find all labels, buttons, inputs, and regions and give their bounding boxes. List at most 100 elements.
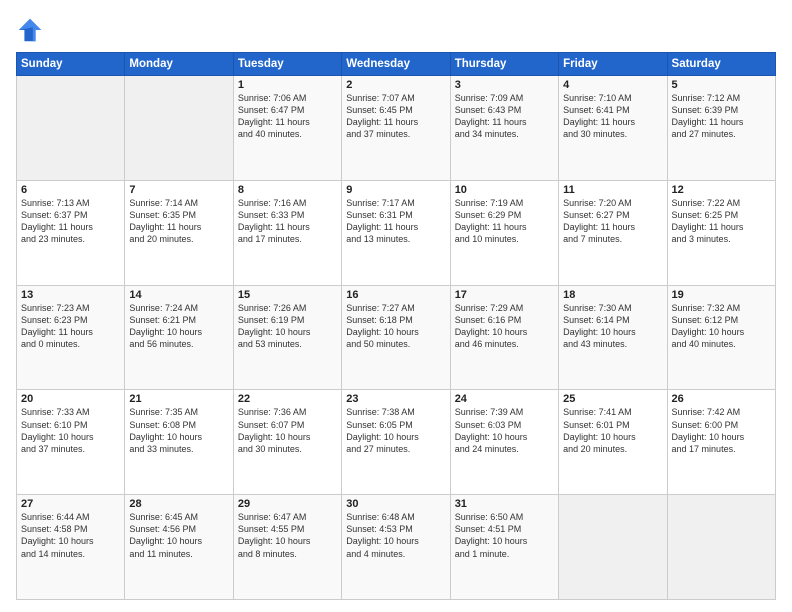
day-number: 23 <box>346 393 445 405</box>
day-info: Sunrise: 7:23 AM Sunset: 6:23 PM Dayligh… <box>21 302 120 351</box>
day-info: Sunrise: 7:12 AM Sunset: 6:39 PM Dayligh… <box>672 92 771 141</box>
day-number: 19 <box>672 289 771 301</box>
calendar-cell: 8Sunrise: 7:16 AM Sunset: 6:33 PM Daylig… <box>233 180 341 285</box>
day-number: 1 <box>238 79 337 91</box>
day-number: 27 <box>21 498 120 510</box>
day-number: 31 <box>455 498 554 510</box>
day-info: Sunrise: 7:36 AM Sunset: 6:07 PM Dayligh… <box>238 406 337 455</box>
day-number: 8 <box>238 184 337 196</box>
calendar-cell: 13Sunrise: 7:23 AM Sunset: 6:23 PM Dayli… <box>17 285 125 390</box>
calendar-cell: 22Sunrise: 7:36 AM Sunset: 6:07 PM Dayli… <box>233 390 341 495</box>
day-info: Sunrise: 6:45 AM Sunset: 4:56 PM Dayligh… <box>129 511 228 560</box>
calendar-cell: 6Sunrise: 7:13 AM Sunset: 6:37 PM Daylig… <box>17 180 125 285</box>
day-info: Sunrise: 7:30 AM Sunset: 6:14 PM Dayligh… <box>563 302 662 351</box>
day-info: Sunrise: 6:47 AM Sunset: 4:55 PM Dayligh… <box>238 511 337 560</box>
day-number: 20 <box>21 393 120 405</box>
day-info: Sunrise: 7:38 AM Sunset: 6:05 PM Dayligh… <box>346 406 445 455</box>
day-info: Sunrise: 7:24 AM Sunset: 6:21 PM Dayligh… <box>129 302 228 351</box>
day-number: 25 <box>563 393 662 405</box>
day-of-week-friday: Friday <box>559 53 667 76</box>
calendar-cell <box>559 495 667 600</box>
day-number: 21 <box>129 393 228 405</box>
day-number: 17 <box>455 289 554 301</box>
week-row-4: 27Sunrise: 6:44 AM Sunset: 4:58 PM Dayli… <box>17 495 776 600</box>
day-header-row: SundayMondayTuesdayWednesdayThursdayFrid… <box>17 53 776 76</box>
day-info: Sunrise: 7:42 AM Sunset: 6:00 PM Dayligh… <box>672 406 771 455</box>
day-of-week-monday: Monday <box>125 53 233 76</box>
calendar-cell: 19Sunrise: 7:32 AM Sunset: 6:12 PM Dayli… <box>667 285 775 390</box>
day-number: 14 <box>129 289 228 301</box>
day-number: 16 <box>346 289 445 301</box>
day-info: Sunrise: 7:32 AM Sunset: 6:12 PM Dayligh… <box>672 302 771 351</box>
calendar-table: SundayMondayTuesdayWednesdayThursdayFrid… <box>16 52 776 600</box>
day-info: Sunrise: 7:06 AM Sunset: 6:47 PM Dayligh… <box>238 92 337 141</box>
day-number: 18 <box>563 289 662 301</box>
day-number: 5 <box>672 79 771 91</box>
calendar-cell: 3Sunrise: 7:09 AM Sunset: 6:43 PM Daylig… <box>450 76 558 181</box>
calendar-cell: 26Sunrise: 7:42 AM Sunset: 6:00 PM Dayli… <box>667 390 775 495</box>
day-info: Sunrise: 6:50 AM Sunset: 4:51 PM Dayligh… <box>455 511 554 560</box>
day-number: 30 <box>346 498 445 510</box>
calendar-cell: 5Sunrise: 7:12 AM Sunset: 6:39 PM Daylig… <box>667 76 775 181</box>
generalblue-icon <box>16 16 44 44</box>
day-of-week-tuesday: Tuesday <box>233 53 341 76</box>
day-number: 10 <box>455 184 554 196</box>
calendar-cell: 28Sunrise: 6:45 AM Sunset: 4:56 PM Dayli… <box>125 495 233 600</box>
day-info: Sunrise: 7:41 AM Sunset: 6:01 PM Dayligh… <box>563 406 662 455</box>
calendar-cell: 9Sunrise: 7:17 AM Sunset: 6:31 PM Daylig… <box>342 180 450 285</box>
page: SundayMondayTuesdayWednesdayThursdayFrid… <box>0 0 792 612</box>
day-info: Sunrise: 7:13 AM Sunset: 6:37 PM Dayligh… <box>21 197 120 246</box>
week-row-3: 20Sunrise: 7:33 AM Sunset: 6:10 PM Dayli… <box>17 390 776 495</box>
day-info: Sunrise: 7:29 AM Sunset: 6:16 PM Dayligh… <box>455 302 554 351</box>
day-number: 22 <box>238 393 337 405</box>
logo <box>16 16 46 44</box>
calendar-cell: 27Sunrise: 6:44 AM Sunset: 4:58 PM Dayli… <box>17 495 125 600</box>
day-info: Sunrise: 7:35 AM Sunset: 6:08 PM Dayligh… <box>129 406 228 455</box>
day-of-week-saturday: Saturday <box>667 53 775 76</box>
day-info: Sunrise: 7:27 AM Sunset: 6:18 PM Dayligh… <box>346 302 445 351</box>
calendar-cell: 12Sunrise: 7:22 AM Sunset: 6:25 PM Dayli… <box>667 180 775 285</box>
day-of-week-thursday: Thursday <box>450 53 558 76</box>
day-info: Sunrise: 7:22 AM Sunset: 6:25 PM Dayligh… <box>672 197 771 246</box>
day-info: Sunrise: 6:48 AM Sunset: 4:53 PM Dayligh… <box>346 511 445 560</box>
day-number: 13 <box>21 289 120 301</box>
day-info: Sunrise: 7:16 AM Sunset: 6:33 PM Dayligh… <box>238 197 337 246</box>
day-of-week-sunday: Sunday <box>17 53 125 76</box>
day-number: 9 <box>346 184 445 196</box>
calendar-cell: 4Sunrise: 7:10 AM Sunset: 6:41 PM Daylig… <box>559 76 667 181</box>
day-number: 6 <box>21 184 120 196</box>
day-info: Sunrise: 7:26 AM Sunset: 6:19 PM Dayligh… <box>238 302 337 351</box>
calendar-cell: 29Sunrise: 6:47 AM Sunset: 4:55 PM Dayli… <box>233 495 341 600</box>
day-number: 29 <box>238 498 337 510</box>
calendar-cell: 1Sunrise: 7:06 AM Sunset: 6:47 PM Daylig… <box>233 76 341 181</box>
calendar-cell: 17Sunrise: 7:29 AM Sunset: 6:16 PM Dayli… <box>450 285 558 390</box>
day-info: Sunrise: 6:44 AM Sunset: 4:58 PM Dayligh… <box>21 511 120 560</box>
day-number: 4 <box>563 79 662 91</box>
day-number: 7 <box>129 184 228 196</box>
day-info: Sunrise: 7:09 AM Sunset: 6:43 PM Dayligh… <box>455 92 554 141</box>
calendar-cell: 11Sunrise: 7:20 AM Sunset: 6:27 PM Dayli… <box>559 180 667 285</box>
day-number: 12 <box>672 184 771 196</box>
calendar-body: 1Sunrise: 7:06 AM Sunset: 6:47 PM Daylig… <box>17 76 776 600</box>
calendar-header: SundayMondayTuesdayWednesdayThursdayFrid… <box>17 53 776 76</box>
day-number: 11 <box>563 184 662 196</box>
day-info: Sunrise: 7:20 AM Sunset: 6:27 PM Dayligh… <box>563 197 662 246</box>
calendar-cell <box>667 495 775 600</box>
calendar-cell: 2Sunrise: 7:07 AM Sunset: 6:45 PM Daylig… <box>342 76 450 181</box>
week-row-2: 13Sunrise: 7:23 AM Sunset: 6:23 PM Dayli… <box>17 285 776 390</box>
calendar-cell: 16Sunrise: 7:27 AM Sunset: 6:18 PM Dayli… <box>342 285 450 390</box>
day-info: Sunrise: 7:17 AM Sunset: 6:31 PM Dayligh… <box>346 197 445 246</box>
day-info: Sunrise: 7:19 AM Sunset: 6:29 PM Dayligh… <box>455 197 554 246</box>
calendar-cell: 21Sunrise: 7:35 AM Sunset: 6:08 PM Dayli… <box>125 390 233 495</box>
calendar-cell: 18Sunrise: 7:30 AM Sunset: 6:14 PM Dayli… <box>559 285 667 390</box>
day-number: 3 <box>455 79 554 91</box>
day-number: 26 <box>672 393 771 405</box>
calendar-cell: 23Sunrise: 7:38 AM Sunset: 6:05 PM Dayli… <box>342 390 450 495</box>
week-row-0: 1Sunrise: 7:06 AM Sunset: 6:47 PM Daylig… <box>17 76 776 181</box>
calendar-cell: 7Sunrise: 7:14 AM Sunset: 6:35 PM Daylig… <box>125 180 233 285</box>
calendar-cell: 20Sunrise: 7:33 AM Sunset: 6:10 PM Dayli… <box>17 390 125 495</box>
calendar-cell <box>125 76 233 181</box>
day-info: Sunrise: 7:39 AM Sunset: 6:03 PM Dayligh… <box>455 406 554 455</box>
calendar-cell: 24Sunrise: 7:39 AM Sunset: 6:03 PM Dayli… <box>450 390 558 495</box>
day-info: Sunrise: 7:10 AM Sunset: 6:41 PM Dayligh… <box>563 92 662 141</box>
